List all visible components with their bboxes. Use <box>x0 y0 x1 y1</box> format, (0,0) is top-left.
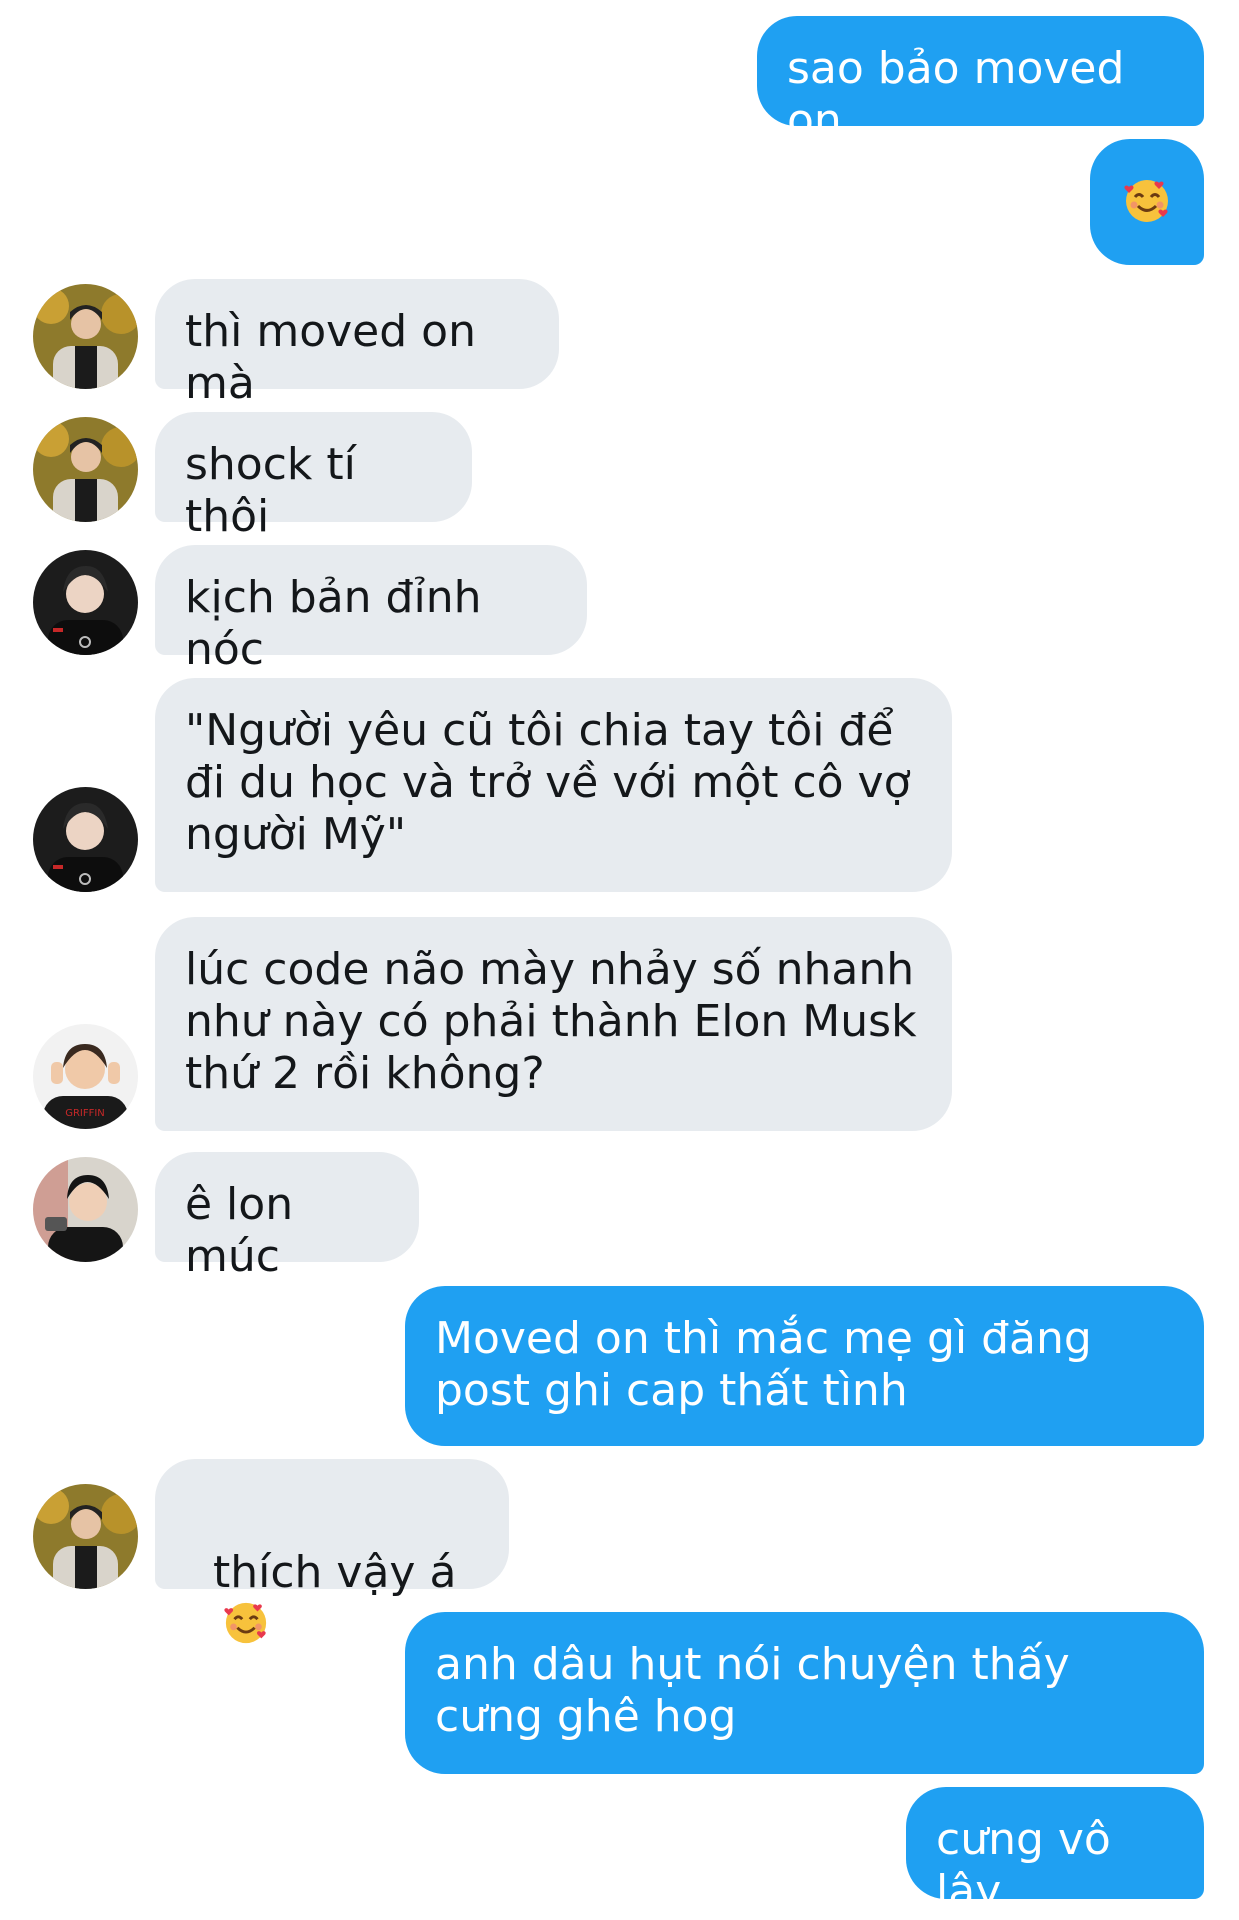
incoming-message[interactable]: thì moved on mà <box>155 279 559 409</box>
avatar[interactable] <box>33 1484 138 1589</box>
avatar[interactable] <box>33 284 138 389</box>
avatar[interactable]: GRIFFIN <box>33 1024 138 1129</box>
outgoing-message[interactable]: Moved on thì mắc mẹ gì đăng post ghi cap… <box>405 1286 1204 1446</box>
message-text: thích vậy á <box>212 1547 457 1598</box>
outgoing-message[interactable]: sao bảo moved on <box>757 16 1204 146</box>
smiling-face-with-hearts-icon <box>222 1601 268 1645</box>
outgoing-message[interactable]: cưng vô lây <box>906 1787 1204 1917</box>
incoming-message[interactable]: kịch bản đỉnh nóc <box>155 545 587 675</box>
svg-text:GRIFFIN: GRIFFIN <box>65 1108 105 1119</box>
outgoing-message[interactable]: anh dâu hụt nói chuyện thấy cưng ghê hog <box>405 1612 1204 1774</box>
incoming-message[interactable]: "Người yêu cũ tôi chia tay tôi để đi du … <box>155 678 952 892</box>
outgoing-emoji-message[interactable]: 🥰 <box>1090 139 1204 265</box>
incoming-message[interactable]: shock tí thôi <box>155 412 472 542</box>
avatar[interactable] <box>33 550 138 655</box>
incoming-message[interactable]: lúc code não mày nhảy số nhanh như này c… <box>155 917 952 1131</box>
incoming-message[interactable]: ê lon múc <box>155 1152 419 1282</box>
avatar[interactable] <box>33 1157 138 1262</box>
smiling-face-with-hearts-icon <box>1123 178 1170 224</box>
incoming-message[interactable]: thích vậy á <box>155 1459 509 1645</box>
avatar[interactable] <box>33 417 138 522</box>
avatar[interactable] <box>33 787 138 892</box>
